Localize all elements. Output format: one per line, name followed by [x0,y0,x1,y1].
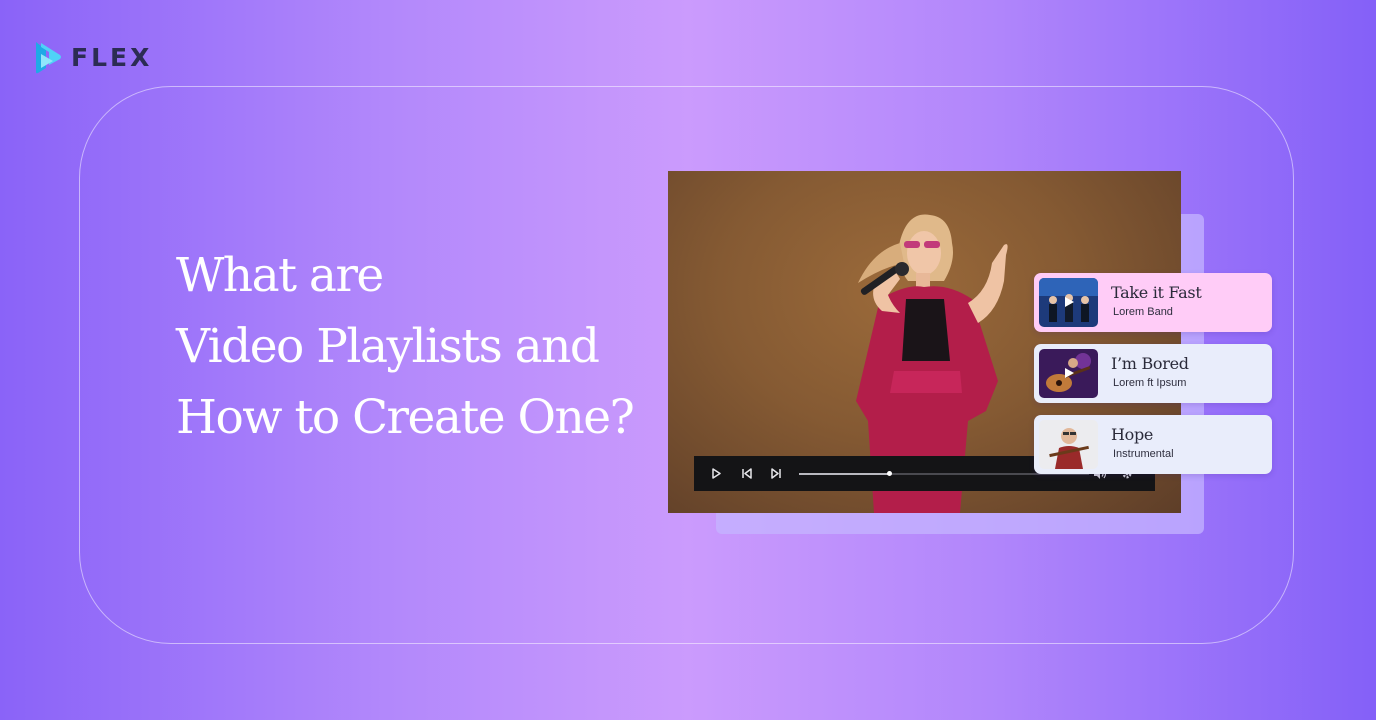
previous-icon [741,468,752,479]
headline: What are Video Playlists and How to Crea… [176,240,635,453]
playlist-item-title: Hope [1111,425,1154,444]
next-icon [770,468,781,479]
previous-button[interactable] [731,456,761,491]
playlist-item-title: Take it Fast [1111,283,1202,302]
playlist-thumbnail [1039,420,1098,469]
headline-line-3: How to Create One? [176,390,635,445]
brand-logo[interactable]: FLEX [33,40,152,74]
thumbnail-play-icon[interactable] [1063,296,1075,308]
flex-logo-icon [36,42,61,74]
progress-fill [799,472,889,475]
thumbnail-play-icon[interactable] [1063,367,1075,379]
playlist-item-artist: Instrumental [1113,448,1174,460]
playlist-item-artist: Lorem ft Ipsum [1113,377,1187,389]
playlist-item[interactable]: Take it Fast Lorem Band [1034,273,1272,332]
play-button[interactable] [701,456,731,491]
next-button[interactable] [761,456,791,491]
playlist-item-title: I’m Bored [1111,354,1189,373]
violinist-thumbnail-image [1039,420,1098,469]
headline-line-1: What are [176,248,384,303]
playlist-item[interactable]: I’m Bored Lorem ft Ipsum [1034,344,1272,403]
progress-handle[interactable] [886,470,892,476]
brand-name: FLEX [71,42,153,72]
playlist-item-artist: Lorem Band [1113,306,1173,318]
playlist-item[interactable]: Hope Instrumental [1034,415,1272,474]
headline-line-2: Video Playlists and [176,319,600,374]
play-icon [712,468,721,479]
